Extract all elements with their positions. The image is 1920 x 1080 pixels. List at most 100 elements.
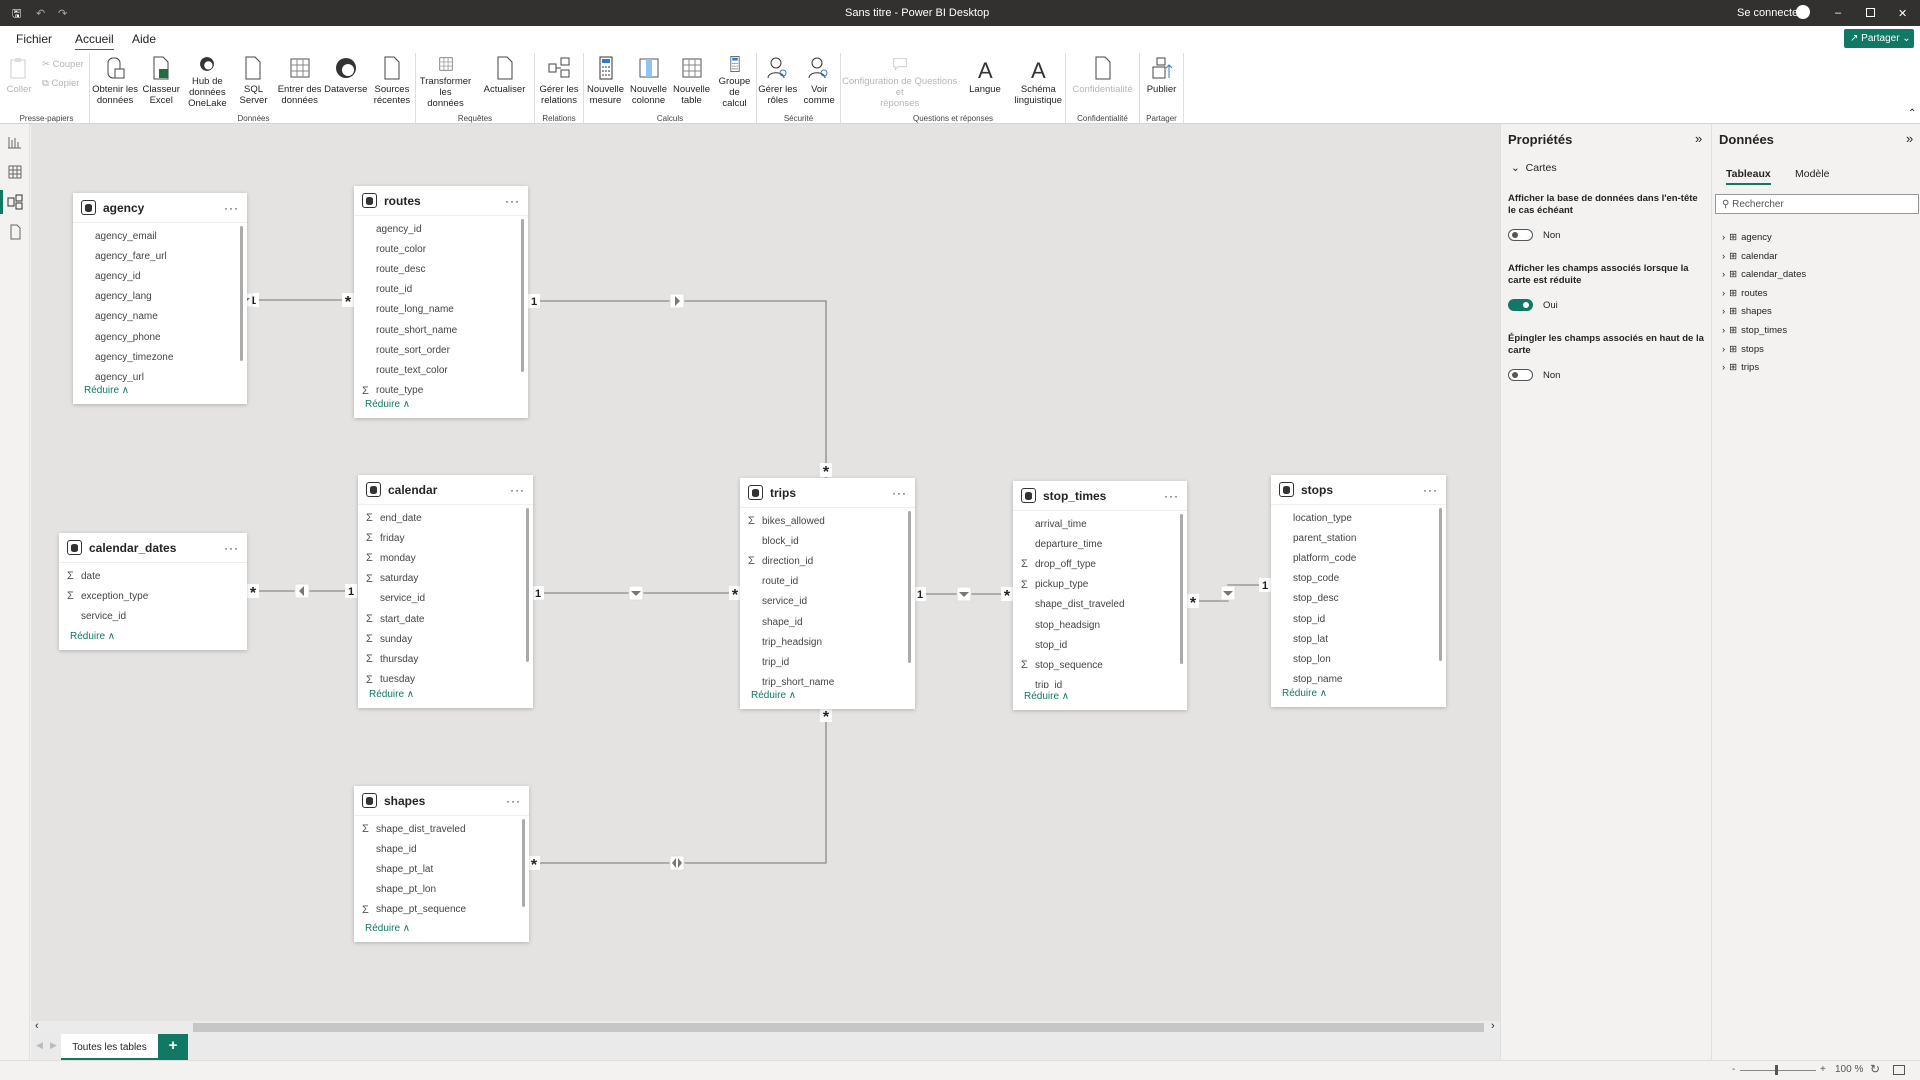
field-item[interactable]: Σdirection_id bbox=[740, 551, 915, 571]
field-item[interactable]: trip_headsign bbox=[740, 632, 915, 652]
field-item[interactable]: agency_timezone bbox=[73, 347, 247, 367]
field-item[interactable]: stop_id bbox=[1271, 609, 1446, 629]
sql-server-button[interactable]: SQL Server bbox=[230, 53, 276, 109]
sign-in-link[interactable]: Se connecter bbox=[1737, 7, 1802, 19]
field-item[interactable]: stop_code bbox=[1271, 569, 1446, 589]
table-card-agency[interactable]: agency ··· agency_email agency_fare_url agen… bbox=[73, 193, 247, 404]
maximize-icon[interactable] bbox=[1866, 8, 1875, 17]
field-item[interactable]: Σbikes_allowed bbox=[740, 511, 915, 531]
zoom-slider-thumb[interactable] bbox=[1775, 1065, 1778, 1075]
field-list-scrollbar[interactable] bbox=[1439, 508, 1442, 661]
field-item[interactable]: Σstart_date bbox=[358, 609, 533, 629]
field-item[interactable]: agency_url bbox=[73, 367, 247, 382]
enter-data-button[interactable]: Entrer des données bbox=[277, 53, 323, 109]
field-item[interactable]: shape_dist_traveled bbox=[1013, 595, 1187, 615]
menu-file[interactable]: Fichier bbox=[16, 32, 52, 46]
collapse-card-link[interactable]: Réduire ∧ bbox=[1013, 688, 1187, 710]
field-item[interactable]: trip_id bbox=[740, 652, 915, 672]
relationship-calendar-trips[interactable]: 1 * bbox=[532, 585, 741, 604]
field-item[interactable]: Σsaturday bbox=[358, 569, 533, 589]
field-item[interactable]: parent_station bbox=[1271, 528, 1446, 548]
field-item[interactable]: arrival_time bbox=[1013, 514, 1187, 534]
more-options-icon[interactable]: ··· bbox=[1164, 489, 1179, 503]
field-item[interactable]: Σstop_sequence bbox=[1013, 655, 1187, 675]
field-item[interactable]: agency_lang bbox=[73, 287, 247, 307]
horizontal-scrollbar[interactable]: ‹ › bbox=[31, 1020, 1500, 1034]
field-list-scrollbar[interactable] bbox=[908, 511, 911, 664]
collapse-card-link[interactable]: Réduire ∧ bbox=[354, 396, 528, 418]
field-item[interactable]: departure_time bbox=[1013, 534, 1187, 554]
field-item[interactable]: Σdrop_off_type bbox=[1013, 554, 1187, 574]
field-item[interactable]: shape_pt_lat bbox=[354, 859, 529, 879]
field-list-scrollbar[interactable] bbox=[521, 219, 524, 372]
option-toggle[interactable] bbox=[1508, 299, 1533, 311]
field-item[interactable]: Σexception_type bbox=[59, 586, 247, 606]
collapse-ribbon-icon[interactable]: ⌃ bbox=[1908, 108, 1916, 119]
field-item[interactable]: agency_id bbox=[354, 219, 528, 239]
copy-button[interactable]: ⧉ Copier bbox=[42, 78, 79, 89]
minimize-icon[interactable]: – bbox=[1835, 7, 1841, 19]
table-card-header[interactable]: calendar_dates ··· bbox=[59, 533, 247, 563]
data-table-item[interactable]: › ⊞ routes bbox=[1722, 288, 1768, 299]
field-item[interactable]: stop_id bbox=[1013, 635, 1187, 655]
recent-sources-button[interactable]: Sources récentes bbox=[369, 53, 415, 109]
field-item[interactable]: stop_name bbox=[1271, 670, 1446, 685]
report-view-icon[interactable] bbox=[7, 134, 23, 150]
table-card-calendar_dates[interactable]: calendar_dates ··· Σdate Σexception_type ser… bbox=[59, 533, 247, 650]
cut-button[interactable]: ✂ Couper bbox=[42, 59, 84, 70]
data-table-item[interactable]: › ⊞ calendar_dates bbox=[1722, 269, 1806, 280]
tab-model[interactable]: Modèle bbox=[1795, 168, 1829, 180]
field-item[interactable]: Σroute_type bbox=[354, 381, 528, 396]
manage-roles-button[interactable]: Gérer les rôles bbox=[757, 53, 799, 109]
field-item[interactable]: route_id bbox=[354, 280, 528, 300]
field-item[interactable]: route_desc bbox=[354, 259, 528, 279]
data-table-item[interactable]: › ⊞ shapes bbox=[1722, 306, 1772, 317]
table-card-routes[interactable]: routes ··· agency_id route_color route_desc r… bbox=[354, 186, 528, 418]
avatar-icon[interactable] bbox=[1796, 5, 1810, 19]
table-card-header[interactable]: stops ··· bbox=[1271, 475, 1446, 505]
excel-workbook-button[interactable]: Classeur Excel bbox=[138, 53, 184, 109]
zoom-in-button[interactable]: + bbox=[1820, 1064, 1826, 1075]
menu-help[interactable]: Aide bbox=[132, 32, 156, 46]
field-item[interactable]: stop_desc bbox=[1271, 589, 1446, 609]
option-toggle[interactable] bbox=[1508, 229, 1533, 241]
menu-home[interactable]: Accueil bbox=[75, 32, 114, 51]
field-item[interactable]: route_text_color bbox=[354, 360, 528, 380]
field-item[interactable]: shape_id bbox=[354, 839, 529, 859]
field-item[interactable]: location_type bbox=[1271, 508, 1446, 528]
table-card-stop_times[interactable]: stop_times ··· arrival_time departure_time Σ… bbox=[1013, 481, 1187, 710]
field-item[interactable]: agency_phone bbox=[73, 327, 247, 347]
field-item[interactable]: route_long_name bbox=[354, 300, 528, 320]
collapse-card-link[interactable]: Réduire ∧ bbox=[59, 628, 247, 650]
fit-to-screen-icon[interactable] bbox=[1893, 1065, 1905, 1075]
relationship-trips-stop_times[interactable]: 1 * bbox=[914, 586, 1013, 605]
field-item[interactable]: platform_code bbox=[1271, 548, 1446, 568]
collapse-card-link[interactable]: Réduire ∧ bbox=[1271, 685, 1446, 707]
field-item[interactable]: route_sort_order bbox=[354, 340, 528, 360]
qa-setup-button[interactable]: Configuration de Questions et réponses bbox=[841, 53, 958, 109]
get-data-button[interactable]: Obtenir les données bbox=[92, 53, 138, 109]
table-card-header[interactable]: stop_times ··· bbox=[1013, 481, 1187, 511]
collapse-card-link[interactable]: Réduire ∧ bbox=[358, 686, 533, 708]
field-item[interactable]: route_id bbox=[740, 572, 915, 592]
table-view-icon[interactable] bbox=[7, 164, 23, 180]
more-options-icon[interactable]: ··· bbox=[892, 486, 907, 500]
relationship-trips-shapes[interactable]: ** bbox=[528, 708, 832, 874]
more-options-icon[interactable]: ··· bbox=[1423, 483, 1438, 497]
add-layout-button[interactable]: + bbox=[158, 1034, 188, 1060]
more-options-icon[interactable]: ··· bbox=[506, 794, 521, 808]
relationship-line[interactable] bbox=[529, 709, 827, 864]
field-item[interactable]: route_color bbox=[354, 239, 528, 259]
scrollbar-thumb[interactable] bbox=[193, 1023, 1484, 1032]
field-item[interactable]: trip_id bbox=[1013, 676, 1187, 688]
data-table-item[interactable]: › ⊞ stops bbox=[1722, 344, 1764, 355]
field-item[interactable]: agency_name bbox=[73, 307, 247, 327]
onelake-hub-button[interactable]: Hub de données OneLake bbox=[184, 53, 230, 109]
save-icon[interactable]: 🖫 bbox=[12, 5, 21, 24]
refresh-button[interactable]: Actualiser bbox=[475, 53, 534, 109]
close-icon[interactable]: ✕ bbox=[1898, 7, 1907, 20]
tab-all-tables[interactable]: Toutes les tables bbox=[61, 1034, 158, 1060]
relationship-stops-stop_times[interactable]: 1* bbox=[1187, 578, 1271, 612]
redo-icon[interactable]: ↷ bbox=[58, 7, 67, 20]
more-options-icon[interactable]: ··· bbox=[505, 194, 520, 208]
